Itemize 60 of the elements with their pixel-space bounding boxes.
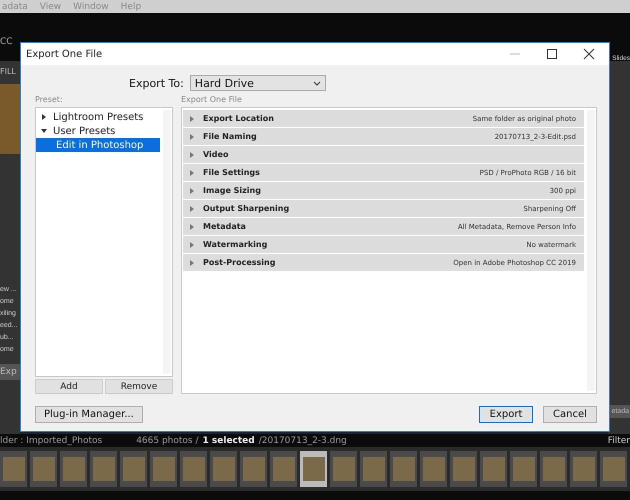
disclosure-icon: [41, 114, 47, 120]
filmstrip-thumbnail[interactable]: [300, 451, 327, 487]
photo-placeholder: [0, 84, 20, 154]
plugin-manager-button[interactable]: Plug-in Manager...: [35, 406, 143, 423]
filmstrip-thumbnail[interactable]: [330, 451, 357, 487]
preset-button[interactable]: Remove: [105, 379, 173, 394]
sections-label: Export One File: [181, 95, 243, 106]
filter-label[interactable]: Filter: [608, 436, 630, 446]
close-icon[interactable]: [583, 48, 595, 60]
file-name: /20170713_2-3.dng: [258, 436, 347, 446]
filmstrip-thumbnail[interactable]: [510, 451, 537, 487]
caret-icon: [312, 80, 321, 86]
filmstrip-thumbnail[interactable]: [0, 451, 27, 487]
filmstrip-thumbnail[interactable]: [30, 451, 57, 487]
identity-plate: CC: [0, 37, 13, 47]
filmstrip-thumbnail[interactable]: [60, 451, 87, 487]
disclosure-icon: [189, 224, 195, 230]
filmstrip-thumbnail[interactable]: [270, 451, 297, 487]
export-to-dropdown[interactable]: Hard Drive: [190, 75, 326, 91]
filmstrip-thumbnail[interactable]: [540, 451, 567, 487]
filmstrip-thumbnail[interactable]: [240, 451, 267, 487]
disclosure-icon: [189, 152, 195, 158]
filmstrip-thumbnail[interactable]: [420, 451, 447, 487]
disclosure-icon: [189, 188, 195, 194]
filmstrip-thumbnail[interactable]: [120, 451, 147, 487]
maximize-icon[interactable]: [546, 48, 558, 60]
preset-folder[interactable]: Lightroom Presets: [36, 110, 160, 124]
scrollbar[interactable]: [587, 110, 595, 391]
filmstrip-thumbnail[interactable]: [390, 451, 417, 487]
settings-section[interactable]: Video: [183, 146, 584, 163]
filmstrip-thumbnail[interactable]: [210, 451, 237, 487]
selection-count: 1 selected: [202, 436, 255, 446]
disclosure-icon: [189, 242, 195, 248]
disclosure-icon: [189, 134, 195, 140]
panel-label: FILL: [0, 67, 17, 76]
filmstrip-thumbnail[interactable]: [150, 451, 177, 487]
filmstrip-thumbnail[interactable]: [90, 451, 117, 487]
preset-label: Preset:: [35, 95, 64, 106]
disclosure-icon: [189, 170, 195, 176]
filmstrip-thumbnail[interactable]: [450, 451, 477, 487]
disclosure-icon: [189, 116, 195, 122]
filmstrip-thumbnail[interactable]: [600, 451, 627, 487]
filmstrip-thumbnail[interactable]: [360, 451, 387, 487]
folder-path: lder : Imported_Photos: [0, 436, 102, 446]
dialog-button[interactable]: Cancel: [543, 406, 597, 423]
filmstrip-thumbnail[interactable]: [480, 451, 507, 487]
scrollbar[interactable]: [163, 110, 171, 374]
disclosure-icon: [189, 260, 195, 266]
preset-item[interactable]: Edit in Photoshop: [36, 138, 160, 152]
disclosure-icon: [41, 128, 47, 134]
preset-folder[interactable]: User Presets: [36, 124, 160, 138]
export-to-label: Export To:: [129, 76, 184, 90]
dialog-title: Export One File: [26, 48, 104, 60]
photo-count: 4665 photos /: [136, 436, 198, 446]
filmstrip-thumbnail[interactable]: [570, 451, 597, 487]
filmstrip-thumbnail[interactable]: [180, 451, 207, 487]
left-panel-button[interactable]: Exp: [0, 364, 20, 380]
preset-button[interactable]: Add: [35, 379, 103, 394]
dialog-button[interactable]: Export: [479, 406, 533, 423]
disclosure-icon: [189, 206, 195, 212]
